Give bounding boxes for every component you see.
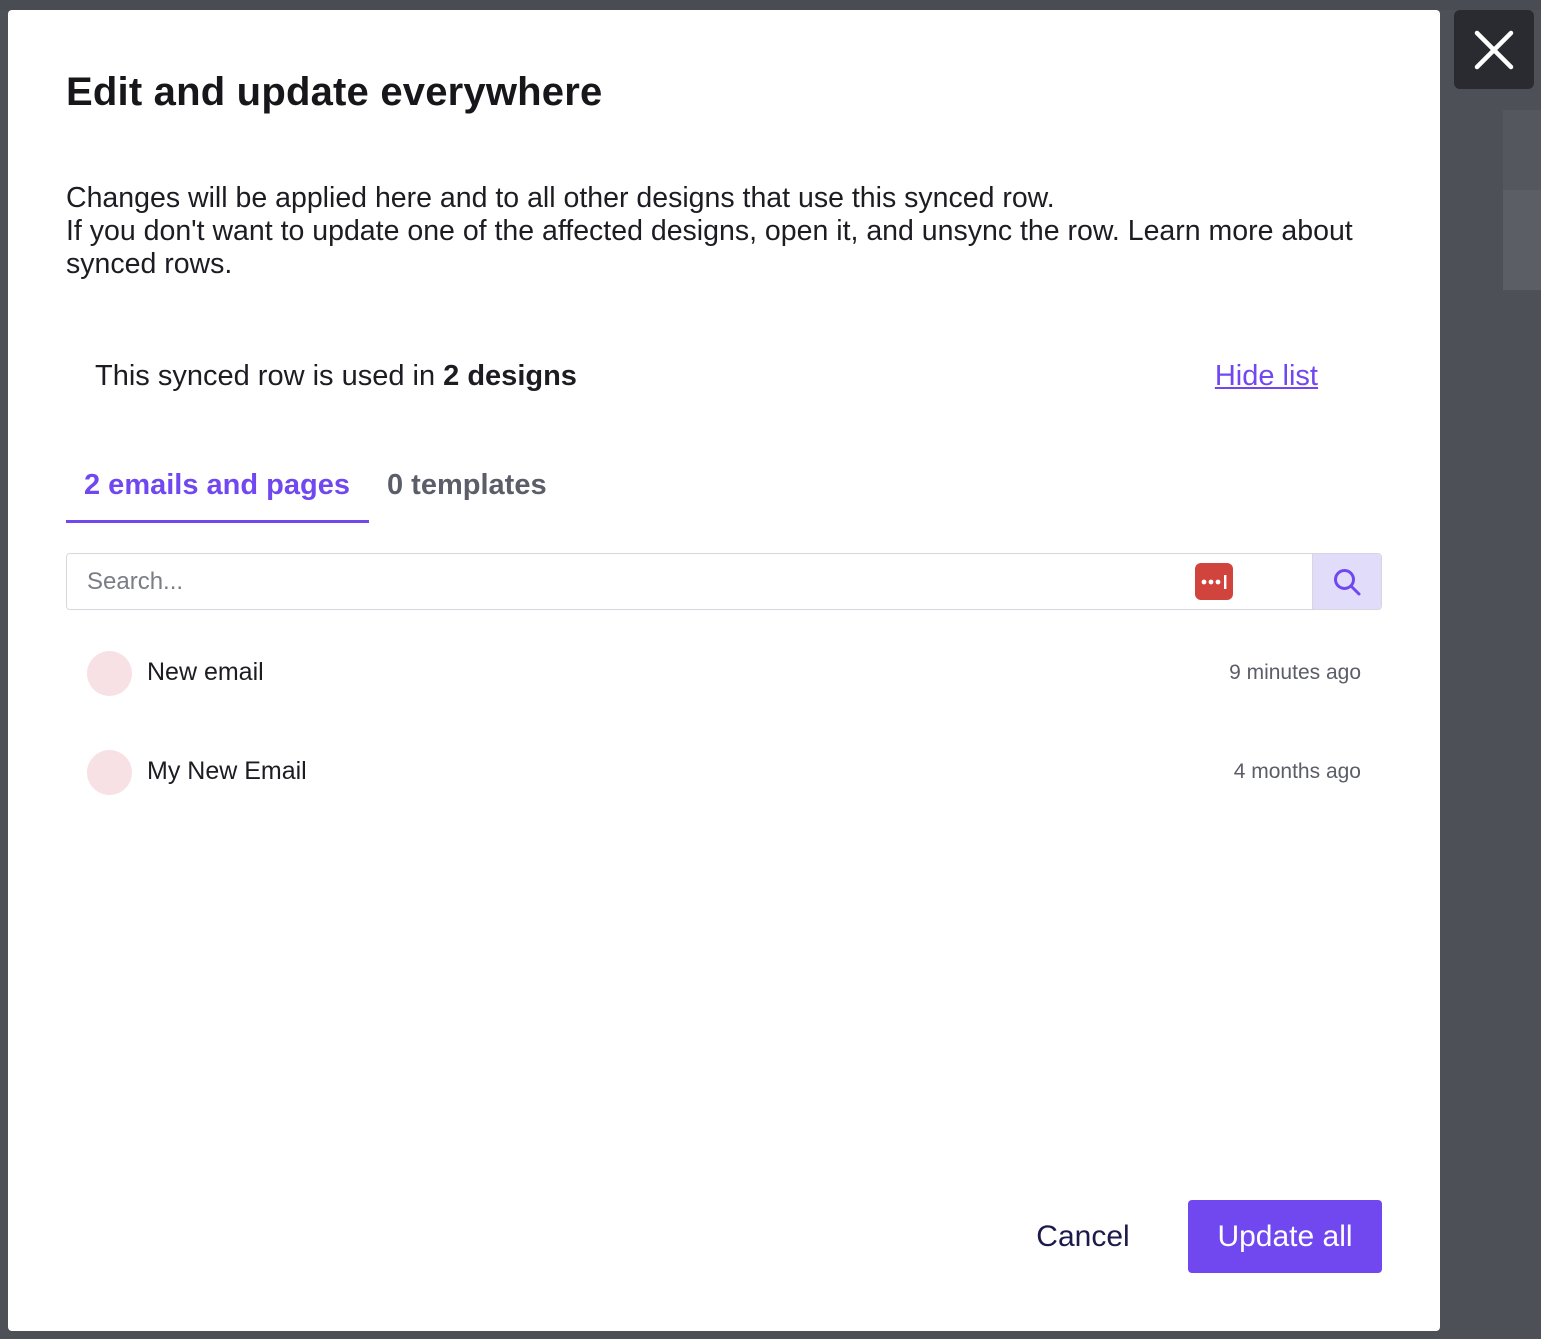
close-modal-button[interactable] (1454, 10, 1534, 89)
design-thumbnail (87, 651, 132, 696)
search-input[interactable] (67, 554, 1312, 609)
usage-text: This synced row is used in 2 designs (95, 360, 577, 393)
design-list: New email 9 minutes ago My New Email 4 m… (87, 650, 1361, 848)
list-item[interactable]: New email 9 minutes ago (87, 650, 1361, 749)
modal-description: Changes will be applied here and to all … (66, 182, 1396, 281)
design-updated-time: 4 months ago (1233, 760, 1361, 783)
usage-summary: This synced row is used in 2 designs Hid… (95, 356, 1318, 396)
search-bar (66, 553, 1382, 610)
password-dots-icon[interactable] (1195, 563, 1233, 600)
design-thumbnail (87, 750, 132, 795)
description-line: Changes will be applied here and to all … (66, 182, 1055, 214)
hide-list-link[interactable]: Hide list (1215, 360, 1318, 393)
design-type-tabs: 2 emails and pages 0 templates (66, 465, 565, 523)
modal-title: Edit and update everywhere (66, 70, 603, 114)
tab-emails-and-pages[interactable]: 2 emails and pages (66, 465, 369, 523)
search-button[interactable] (1312, 554, 1381, 609)
design-name: New email (147, 658, 264, 686)
description-line: If you don't want to update one of the a… (66, 215, 1353, 280)
cancel-button[interactable]: Cancel (1018, 1200, 1148, 1273)
backdrop-panel (1503, 190, 1541, 290)
edit-update-modal: Edit and update everywhere Changes will … (8, 10, 1440, 1331)
backdrop-panel (1503, 110, 1541, 190)
usage-prefix: This synced row is used in (95, 359, 444, 392)
design-name: My New Email (147, 757, 307, 785)
list-item[interactable]: My New Email 4 months ago (87, 749, 1361, 848)
usage-count: 2 designs (443, 359, 577, 392)
search-icon (1334, 568, 1361, 595)
update-all-button[interactable]: Update all (1188, 1200, 1382, 1273)
design-updated-time: 9 minutes ago (1229, 661, 1361, 684)
backdrop-top (0, 0, 1541, 10)
close-icon (1474, 30, 1514, 69)
tab-templates[interactable]: 0 templates (369, 465, 565, 523)
